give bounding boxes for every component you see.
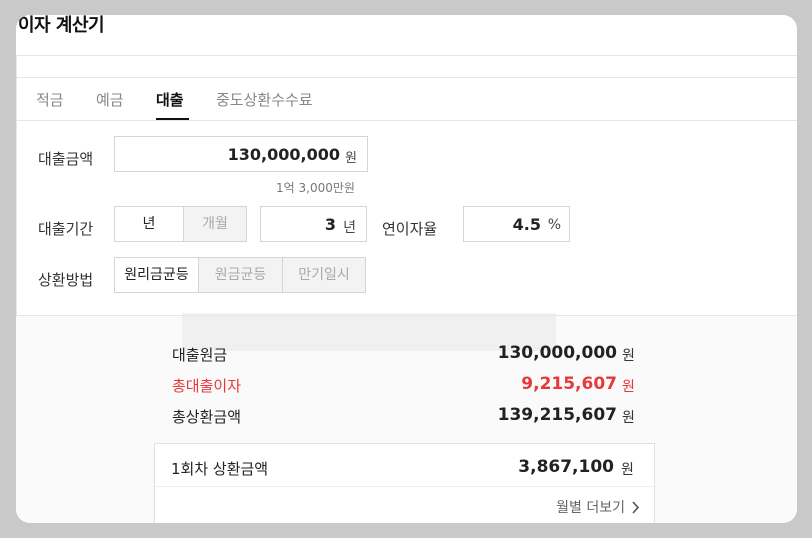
loan-amount-input[interactable]: 130,000,000 원 — [114, 136, 368, 172]
period-unit-month-button[interactable]: 개월 — [183, 206, 247, 242]
period-unit-year-button[interactable]: 년 — [114, 206, 184, 242]
repayment-maturity-button[interactable]: 만기일시 — [282, 257, 366, 293]
repayment-equal-installment-button[interactable]: 원리금균등 — [114, 257, 199, 293]
tabs-bottom-border — [16, 120, 797, 121]
tab-loan[interactable]: 대출 — [156, 89, 184, 110]
loan-amount-hint: 1억 3,000만원 — [276, 181, 355, 195]
monthly-more-link[interactable]: 월별 더보기 — [556, 497, 640, 517]
loan-amount-value: 130,000,000 — [227, 145, 340, 164]
chevron-right-icon — [632, 500, 640, 514]
tabs-top-border — [16, 77, 797, 78]
loan-amount-label: 대출금액 — [38, 150, 94, 168]
monthly-more-label: 월별 더보기 — [556, 500, 625, 516]
total-interest-label: 총대출이자 — [172, 377, 242, 395]
repayment-equal-principal-button[interactable]: 원금균등 — [198, 257, 283, 293]
monthly-payment-label: 1회차 상환금액 — [171, 460, 269, 478]
principal-label: 대출원금 — [172, 346, 228, 364]
interest-rate-value: 4.5 — [512, 215, 541, 234]
tab-prepayment-fee[interactable]: 중도상환수수료 — [216, 89, 313, 110]
total-repayment-unit: 원 — [622, 410, 635, 426]
repayment-method-label: 상환방법 — [38, 271, 94, 289]
monthly-payment-unit: 원 — [621, 462, 634, 478]
total-interest-unit: 원 — [622, 379, 635, 395]
tab-savings[interactable]: 적금 — [36, 89, 64, 110]
page-title: 이자 계산기 — [18, 15, 105, 36]
loan-period-unit: 년 — [343, 220, 356, 236]
monthly-payment-box: 1회차 상환금액 3,867,100 원 월별 더보기 — [154, 443, 655, 523]
monthly-payment-value: 3,867,100 — [518, 457, 614, 477]
loan-amount-unit: 원 — [345, 151, 357, 166]
interest-rate-input[interactable]: 4.5 % — [463, 206, 570, 242]
principal-value: 130,000,000 — [497, 343, 617, 363]
monthly-divider — [155, 486, 654, 487]
principal-unit: 원 — [622, 348, 635, 364]
total-repayment-value: 139,215,607 — [497, 405, 617, 425]
loan-period-label: 대출기간 — [38, 220, 94, 238]
total-repayment-label: 총상환금액 — [172, 408, 242, 426]
total-interest-value: 9,215,607 — [521, 374, 617, 394]
tab-deposit[interactable]: 예금 — [96, 89, 124, 110]
interest-rate-unit: % — [547, 217, 561, 233]
interest-rate-label: 연이자율 — [382, 220, 438, 238]
calculator-card: 이자 계산기 적금 예금 대출 중도상환수수료 대출금액 130,000,000… — [16, 15, 797, 523]
loan-period-input[interactable]: 3 년 — [260, 206, 367, 242]
loan-period-value: 3 — [324, 215, 336, 234]
title-divider — [16, 55, 797, 56]
